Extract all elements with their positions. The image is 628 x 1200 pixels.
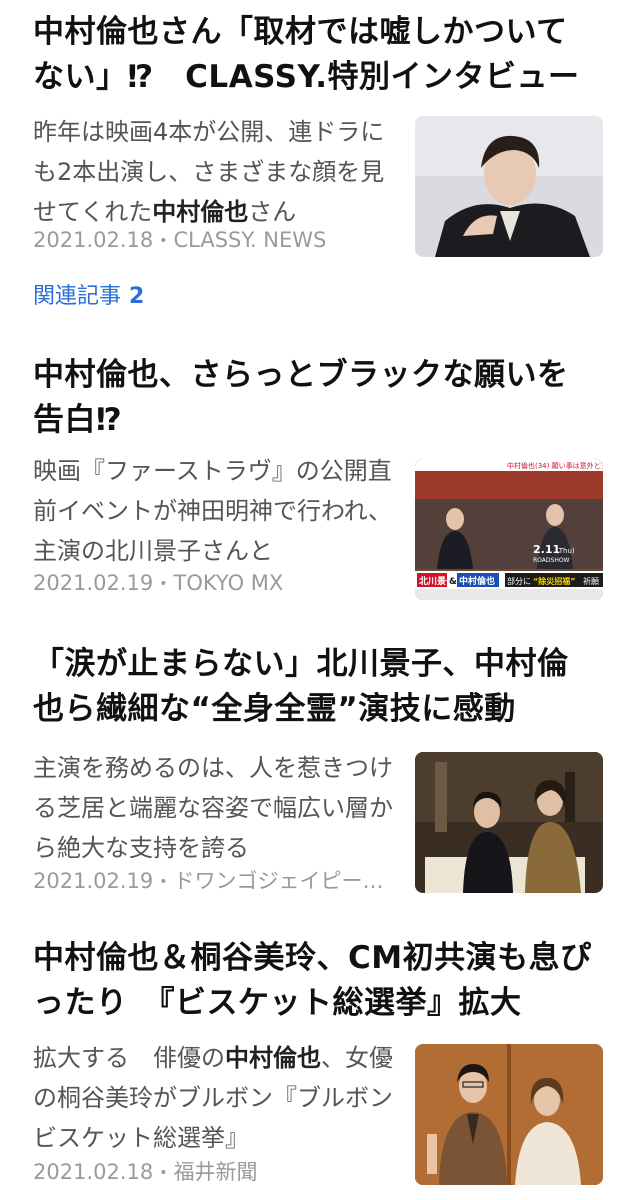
summary-highlight: 中村倫也 — [225, 1044, 321, 1072]
article-thumbnail[interactable] — [415, 752, 603, 893]
article-title[interactable]: 中村倫也さん「取材では嘘しかついてない」⁉ CLASSY.特別インタビュー — [33, 10, 598, 100]
article-source: ドワンゴジェイピーニュース — [173, 869, 393, 893]
news-feed: 中村倫也さん「取材では嘘しかついてない」⁉ CLASSY.特別インタビュー 昨年… — [0, 0, 628, 1200]
article-title[interactable]: 中村倫也、さらっとブラックな願いを告白⁉ — [33, 353, 598, 443]
article-source: TOKYO MX — [173, 571, 284, 595]
separator-dot: • — [159, 233, 168, 249]
summary-text: 映画『ファーストラヴ』の公開直前イベントが神田明神で行われ、主演の北川景子さんと — [33, 457, 393, 565]
caption-bottom-em: “除災招福” — [533, 576, 576, 586]
article-summary: 主演を務めるのは、人を惹きつける芝居と端麗な容姿で幅広い層から絶大な支持を誇る — [33, 748, 393, 868]
article-meta: 2021.02.18 • 福井新聞 — [33, 1156, 393, 1186]
caption-bottom-pre: 部分に — [507, 576, 531, 586]
article-meta: 2021.02.18 • CLASSY. NEWS — [33, 228, 393, 252]
article-date: 2021.02.18 — [33, 228, 154, 252]
related-articles-link[interactable]: 関連記事 2 — [33, 278, 144, 310]
separator-dot: • — [159, 1165, 168, 1181]
article-thumbnail[interactable] — [415, 1044, 603, 1185]
portrait-photo-icon — [415, 116, 603, 257]
summary-highlight: 中村倫也 — [152, 198, 249, 226]
related-label: 関連記事 — [33, 284, 122, 309]
broadcast-top-caption: 中村倫也(34) 願い事は意外とブラ — [507, 461, 603, 470]
article-title[interactable]: 「涙が止まらない」北川景子、中村倫也ら繊細な“全身全霊”演技に感動 — [33, 642, 598, 732]
release-day: (Thu) — [556, 547, 575, 555]
article-thumbnail[interactable]: 中村倫也(34) 願い事は意外とブラ 2.11 (Thu) ROADSHOW 北… — [415, 459, 603, 600]
summary-text: 拡大する 俳優の — [33, 1044, 225, 1072]
caption-amp: & — [449, 577, 457, 587]
article-title[interactable]: 中村倫也＆桐谷美玲、CM初共演も息ぴったり 『ビスケット総選挙』拡大 — [33, 936, 598, 1026]
separator-dot: • — [159, 576, 168, 592]
caption-bottom-post: 祈願 — [583, 576, 599, 586]
article-date: 2021.02.19 — [33, 869, 154, 893]
article-source: 福井新聞 — [173, 1160, 258, 1184]
article-date: 2021.02.18 — [33, 1160, 154, 1184]
related-count: 2 — [129, 284, 145, 309]
caption-name-right: 中村倫也 — [459, 575, 495, 587]
article-summary: 拡大する 俳優の中村倫也、女優の桐谷美玲がブルボン『ブルボンビスケット総選挙』 — [33, 1038, 393, 1158]
separator-dot: • — [159, 874, 168, 890]
summary-text: 主演を務めるのは、人を惹きつける芝居と端麗な容姿で幅広い層から絶大な支持を誇る — [33, 754, 393, 862]
roadshow-label: ROADSHOW — [533, 557, 570, 564]
article-date: 2021.02.19 — [33, 571, 154, 595]
article-summary: 昨年は映画4本が公開、連ドラにも2本出演し、さまざまな顔を見せてくれた中村倫也さ… — [33, 112, 393, 232]
article-meta: 2021.02.19 • TOKYO MX — [33, 571, 393, 595]
article-thumbnail[interactable] — [415, 116, 603, 257]
article-meta: 2021.02.19 • ドワンゴジェイピーニュース — [33, 865, 393, 895]
tv-broadcast-photo-icon: 中村倫也(34) 願い事は意外とブラ 2.11 (Thu) ROADSHOW 北… — [415, 459, 603, 600]
summary-text: さん — [248, 198, 297, 226]
article-source: CLASSY. NEWS — [173, 228, 327, 252]
article-summary: 映画『ファーストラヴ』の公開直前イベントが神田明神で行われ、主演の北川景子さんと — [33, 451, 393, 571]
film-scene-photo-icon — [415, 752, 603, 893]
duo-portrait-photo-icon — [415, 1044, 603, 1185]
